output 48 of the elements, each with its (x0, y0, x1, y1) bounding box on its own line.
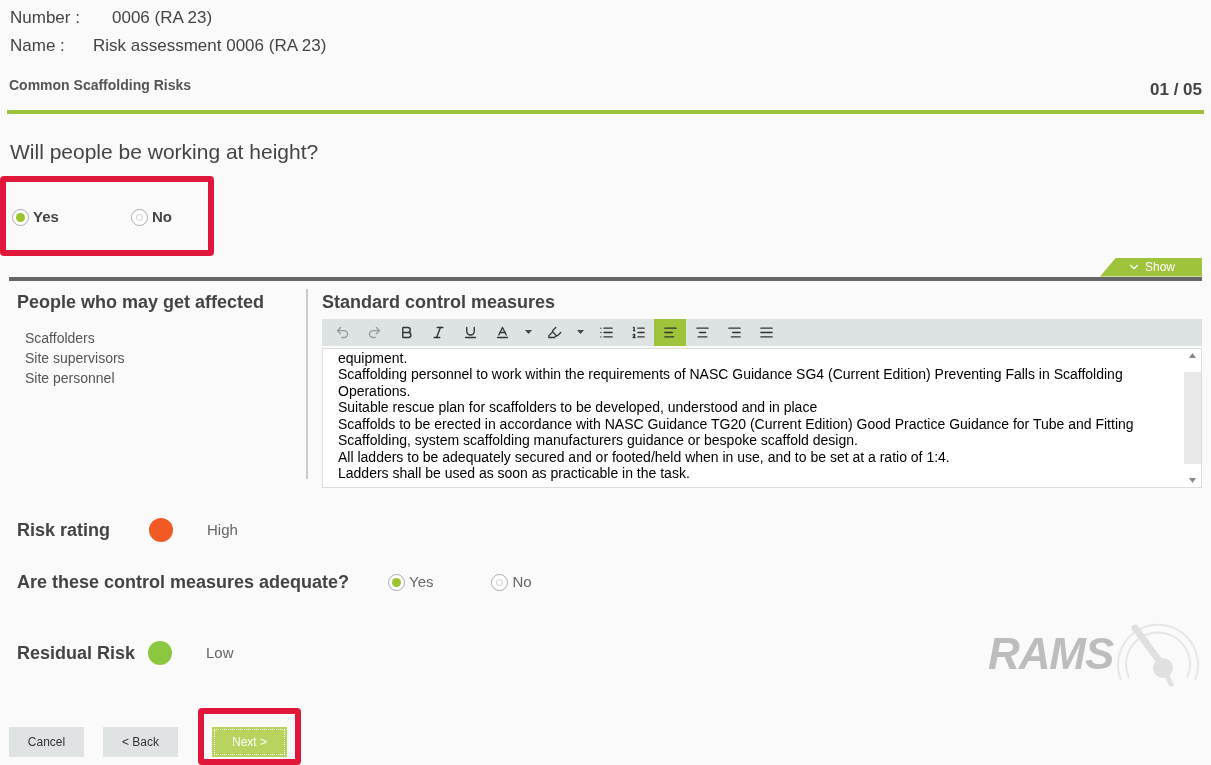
scroll-up-icon (1189, 352, 1196, 358)
text-line: All ladders to be adequately secured and or footed/held when in use, and to be set at a ratio of 1:4. (338, 448, 951, 465)
align-center-icon (694, 324, 710, 340)
bullet-list-icon (598, 324, 614, 340)
radio-option[interactable]: No (130, 206, 172, 229)
radio-option[interactable]: No (491, 570, 532, 594)
action-button[interactable]: < Back (103, 726, 178, 757)
logo: RAMS (988, 618, 1202, 690)
text-line: Scaffolding personnel to work within the requirements of NASC Guidance SG4 (Current Edition) Preventing Falls in Scaffolding Operations. (338, 366, 1124, 399)
field-value: Risk assessment 0006 (RA 23) (93, 35, 327, 57)
text-line: Suitable rescue plan for scaffolders to be developed, understood and in place (338, 399, 819, 416)
radio-option[interactable]: Yes (388, 570, 434, 594)
section-title: Common Scaffolding Risks (9, 76, 192, 95)
section-heading: People who may get affected (17, 290, 265, 314)
list-item: Site supervisors (25, 348, 125, 368)
field-label: Residual Risk (17, 641, 137, 665)
field-label: Name : (10, 35, 66, 57)
undo-icon (334, 324, 350, 340)
underline-icon (462, 324, 478, 340)
text-line: Ladders shall be used as soon as practicable in the task. (338, 465, 691, 482)
italic-icon (430, 324, 446, 340)
highlighter-icon (546, 324, 562, 340)
list-item: Site personnel (25, 368, 115, 388)
scroll-down-icon (1189, 477, 1196, 483)
progress-counter: 01 / 05 (1150, 78, 1202, 101)
field-value: 0006 (RA 23) (112, 7, 213, 29)
text-editor[interactable] (322, 347, 1202, 488)
numbered-list-icon (630, 324, 646, 340)
align-right-icon (726, 324, 742, 340)
text-line: Scaffolds to be erected in accordance with NASC Guidance TG20 (Current Edition) Good Practice Guidance for Tube and Fitting Scaffolding, system scaffolding manufacturers guidance or bespoke scaffold design. (338, 415, 1135, 449)
font-color-icon (494, 324, 510, 340)
caret-icon (524, 330, 532, 334)
justify-icon (758, 324, 774, 340)
status-text: High (207, 519, 238, 540)
list-item: Scaffolders (25, 328, 95, 348)
status-text: Low (206, 642, 234, 663)
field-label: Are these control measures adequate? (17, 570, 351, 594)
field-label: Number : (10, 7, 81, 29)
align-left-icon (662, 324, 678, 340)
field-label: Risk rating (17, 518, 112, 542)
text-line: equipment. (338, 349, 409, 366)
radio-option[interactable]: Yes (12, 206, 59, 229)
question-text: Will people be working at height? (10, 139, 319, 165)
redo-icon (366, 324, 382, 340)
section-heading: Standard control measures (322, 290, 556, 314)
toolbar-button[interactable] (654, 318, 686, 346)
caret-icon (576, 330, 584, 334)
action-button[interactable]: Cancel (9, 726, 84, 757)
